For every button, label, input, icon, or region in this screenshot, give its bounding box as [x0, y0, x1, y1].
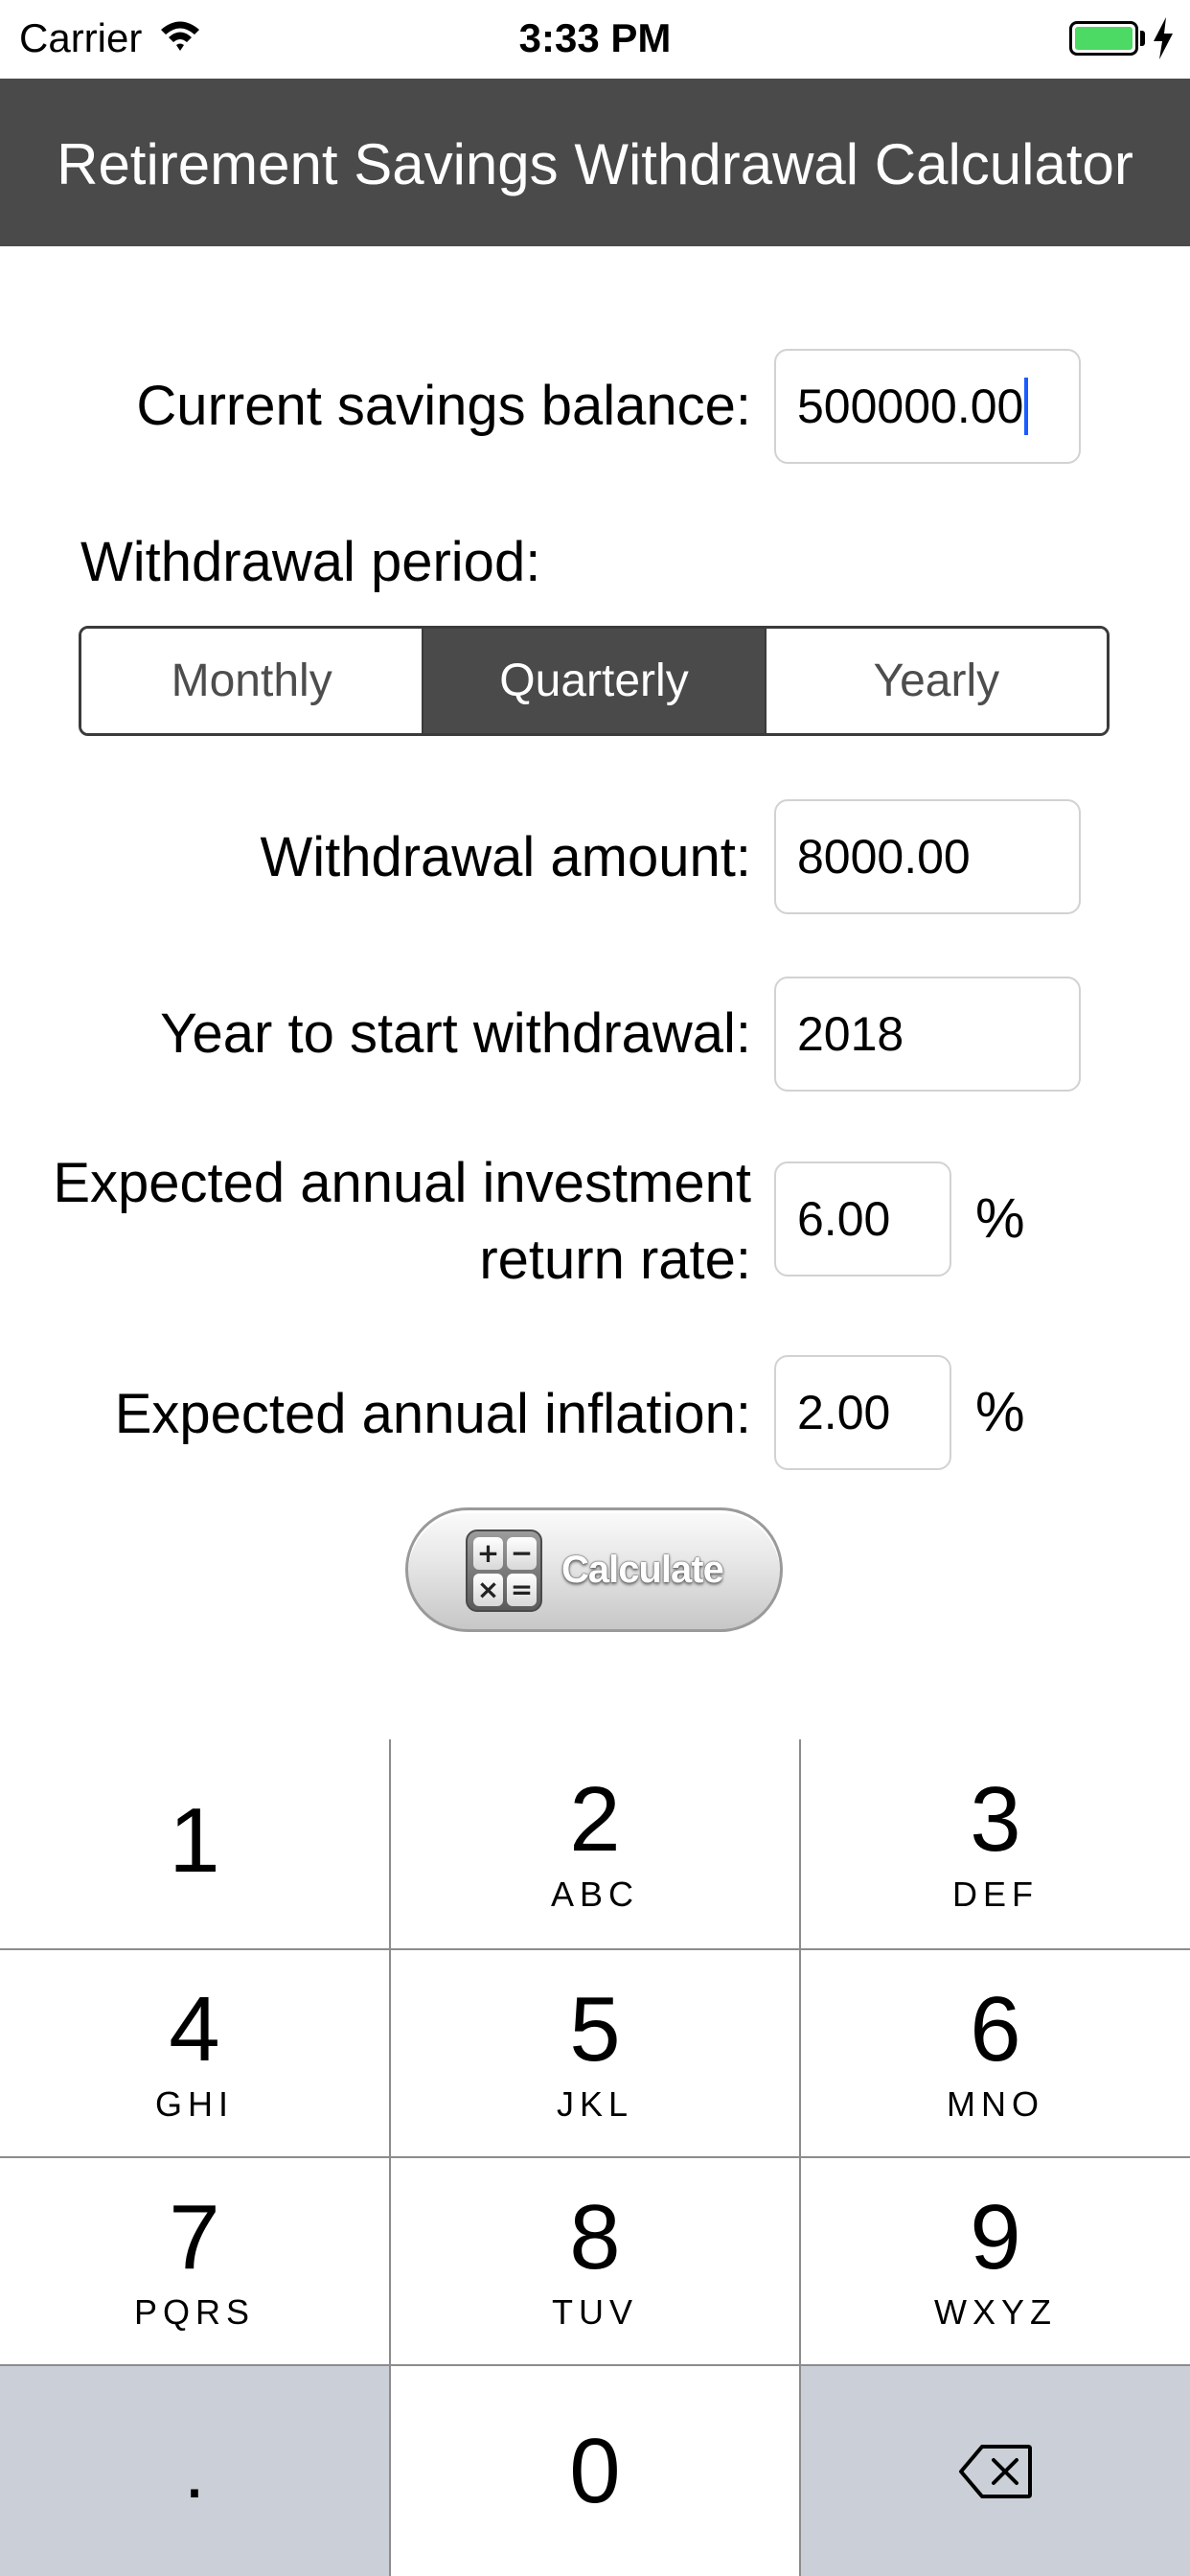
- key-digit: 2: [569, 1768, 621, 1871]
- battery-level: [1075, 27, 1133, 50]
- key-digit: 8: [569, 2185, 621, 2288]
- key-5[interactable]: 5 JKL: [391, 1950, 799, 2156]
- status-time: 3:33 PM: [518, 15, 672, 60]
- return-rate-label-line2: return rate:: [479, 1229, 751, 1291]
- key-8[interactable]: 8 TUV: [391, 2158, 799, 2364]
- keypad-divider: [0, 1948, 1190, 1950]
- savings-value: 500000.00: [797, 380, 1024, 433]
- inflation-percent: %: [975, 1381, 1025, 1443]
- key-2[interactable]: 2 ABC: [391, 1739, 799, 1948]
- bolt-icon: [1154, 17, 1173, 59]
- page-title: Retirement Savings Withdrawal Calculator: [57, 132, 1133, 196]
- inflation-input[interactable]: 2.00: [774, 1355, 951, 1470]
- key-6[interactable]: 6 MNO: [801, 1950, 1190, 2156]
- calculator-icon: + − × =: [466, 1530, 542, 1612]
- amount-label: Withdrawal amount:: [260, 826, 751, 888]
- start-year-input[interactable]: 2018: [774, 977, 1081, 1092]
- calculate-button[interactable]: + − × = Calculate: [405, 1507, 783, 1632]
- keypad-divider: [0, 2364, 1190, 2366]
- key-digit: 6: [970, 1977, 1021, 2081]
- segment-monthly[interactable]: Monthly: [81, 629, 423, 733]
- return-rate-label-line1: Expected annual investment: [53, 1152, 751, 1214]
- key-3[interactable]: 3 DEF: [801, 1739, 1190, 1948]
- segment-yearly[interactable]: Yearly: [764, 629, 1107, 733]
- key-delete[interactable]: [801, 2366, 1190, 2576]
- key-4[interactable]: 4 GHI: [0, 1950, 389, 2156]
- amount-input[interactable]: 8000.00: [774, 799, 1081, 914]
- plus-icon: +: [473, 1537, 503, 1570]
- segment-quarterly[interactable]: Quarterly: [422, 629, 765, 733]
- key-digit: .: [183, 2427, 206, 2514]
- key-digit: 5: [569, 1977, 621, 2081]
- keypad-divider: [389, 1739, 391, 2576]
- return-rate-value: 6.00: [797, 1192, 891, 1246]
- key-letters: DEF: [952, 1874, 1039, 1914]
- key-letters: TUV: [552, 2291, 638, 2332]
- key-letters: PQRS: [133, 2291, 256, 2332]
- multiply-icon: ×: [473, 1574, 503, 1606]
- backspace-icon: [959, 2444, 1032, 2498]
- key-letters: WXYZ: [934, 2291, 1057, 2332]
- key-digit: 7: [169, 2185, 220, 2288]
- inflation-label: Expected annual inflation:: [114, 1383, 751, 1445]
- withdrawal-period-control[interactable]: Monthly Quarterly Yearly: [79, 626, 1110, 736]
- calculate-label: Calculate: [561, 1549, 724, 1591]
- key-letters: GHI: [154, 2083, 234, 2124]
- key-letters: ABC: [550, 1874, 640, 1914]
- key-9[interactable]: 9 WXYZ: [801, 2158, 1190, 2364]
- start-year-value: 2018: [797, 1007, 904, 1061]
- status-bar: Carrier 3:33 PM: [0, 0, 1190, 79]
- numeric-keypad: 1 2 ABC 3 DEF 4 GHI 5 JKL 6 MNO 7 PQRS 8…: [0, 1739, 1190, 2576]
- key-decimal[interactable]: .: [0, 2366, 389, 2576]
- key-letters: MNO: [947, 2083, 1044, 2124]
- amount-value: 8000.00: [797, 830, 971, 884]
- return-rate-input[interactable]: 6.00: [774, 1162, 951, 1276]
- savings-label: Current savings balance:: [136, 375, 751, 437]
- start-year-label: Year to start withdrawal:: [160, 1002, 751, 1065]
- key-1[interactable]: 1: [0, 1739, 389, 1948]
- text-caret: [1024, 378, 1029, 435]
- equals-icon: =: [507, 1574, 537, 1606]
- savings-input[interactable]: 500000.00: [774, 349, 1081, 464]
- key-digit: 3: [970, 1768, 1021, 1871]
- keypad-divider: [799, 1739, 801, 2576]
- key-digit: 1: [169, 1789, 220, 1892]
- key-digit: 0: [569, 2419, 621, 2522]
- nav-bar: Retirement Savings Withdrawal Calculator: [0, 79, 1190, 246]
- inflation-value: 2.00: [797, 1386, 891, 1439]
- key-0[interactable]: 0: [391, 2366, 799, 2576]
- key-digit: 4: [169, 1977, 220, 2081]
- battery-icon: [1069, 21, 1138, 56]
- return-rate-percent: %: [975, 1187, 1025, 1250]
- minus-icon: −: [507, 1537, 537, 1570]
- battery-cap: [1140, 31, 1145, 46]
- key-letters: JKL: [556, 2083, 634, 2124]
- key-digit: 9: [970, 2185, 1021, 2288]
- period-label: Withdrawal period:: [80, 531, 541, 593]
- key-7[interactable]: 7 PQRS: [0, 2158, 389, 2364]
- keypad-divider: [0, 2156, 1190, 2158]
